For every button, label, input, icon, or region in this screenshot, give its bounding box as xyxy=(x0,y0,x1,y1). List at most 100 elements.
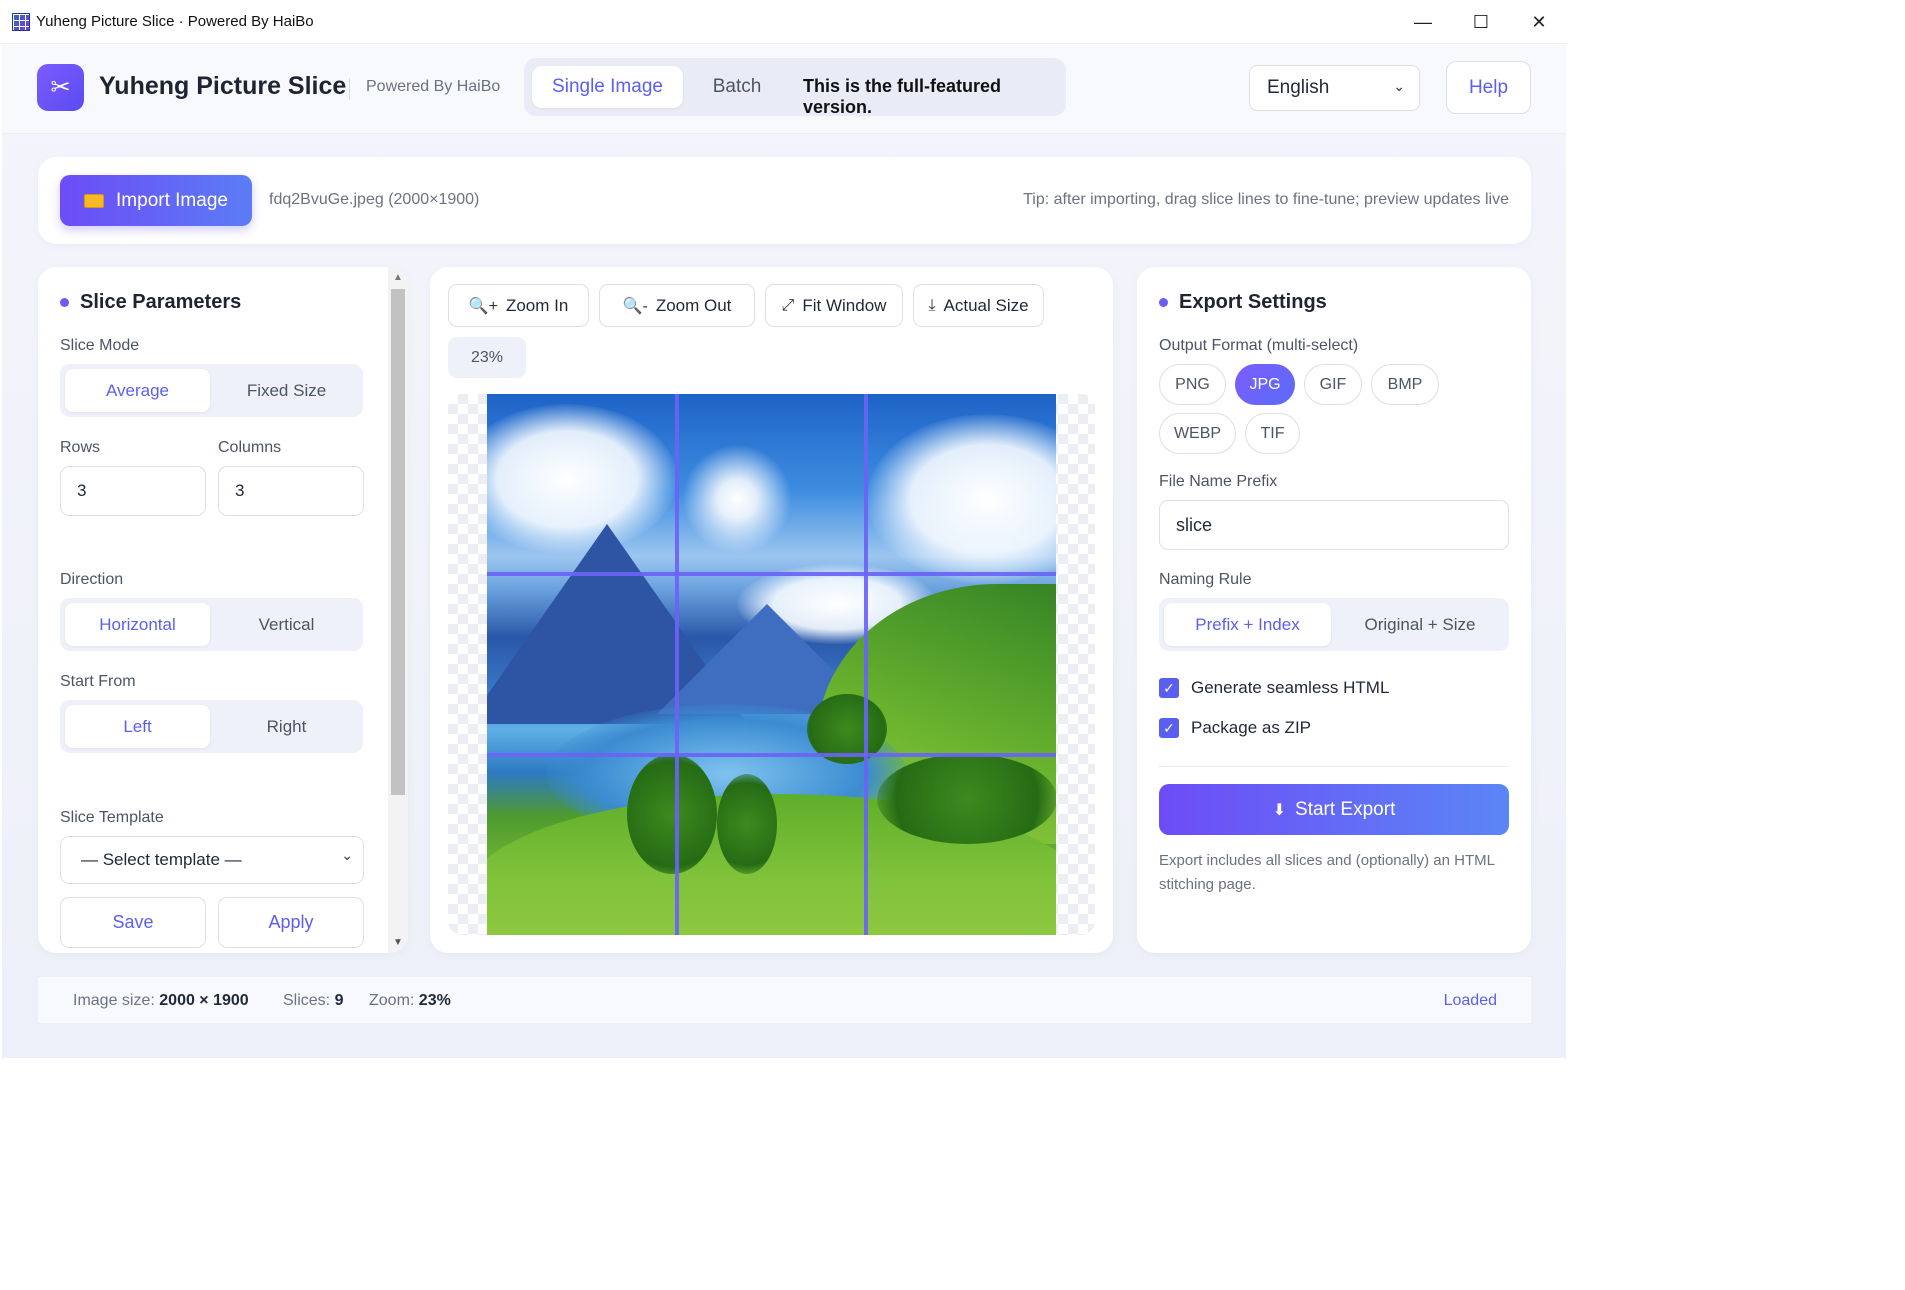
seamless-html-checkbox[interactable]: ✓ Generate seamless HTML xyxy=(1159,678,1389,698)
tab-single-image[interactable]: Single Image xyxy=(532,66,683,108)
window-controls: — ☐ ✕ xyxy=(1394,0,1568,44)
cloud-shape xyxy=(867,414,1056,584)
folder-icon xyxy=(84,193,105,208)
export-divider xyxy=(1159,766,1509,767)
zoom-out-label: Zoom Out xyxy=(655,295,732,315)
zoom-in-icon: 🔍+ xyxy=(468,297,498,315)
scroll-up-arrow-icon[interactable]: ▲ xyxy=(393,272,403,283)
app-root: ✂ Yuheng Picture Slice Powered By HaiBo … xyxy=(2,44,1566,1058)
checkmark-icon: ✓ xyxy=(1159,718,1179,738)
format-chip-gif[interactable]: GIF xyxy=(1304,364,1362,405)
slice-parameters-panel: Slice Parameters Slice Mode Average Fixe… xyxy=(38,267,408,953)
file-prefix-input[interactable]: slice xyxy=(1159,500,1509,550)
zoom-out-icon: 🔍- xyxy=(622,297,648,315)
status-image-size-label: Image size: xyxy=(73,992,155,1009)
import-image-button[interactable]: Import Image xyxy=(60,175,252,226)
scrollbar-thumb[interactable] xyxy=(391,289,405,795)
format-chip-webp[interactable]: WEBP xyxy=(1159,413,1236,454)
scroll-down-arrow-icon[interactable]: ▼ xyxy=(393,937,403,948)
slice-mode-average[interactable]: Average xyxy=(65,369,210,412)
left-panel-scrollbar[interactable]: ▲ ▼ xyxy=(388,267,408,953)
naming-original-size[interactable]: Original + Size xyxy=(1336,603,1504,646)
status-loaded: Loaded xyxy=(1443,992,1497,1009)
direction-toggle: Horizontal Vertical xyxy=(60,598,363,651)
app-window-icon xyxy=(12,12,30,31)
close-button[interactable]: ✕ xyxy=(1510,0,1568,44)
output-format-label: Output Format (multi-select) xyxy=(1159,337,1359,354)
naming-prefix-index[interactable]: Prefix + Index xyxy=(1164,603,1331,646)
app-name: Yuheng Picture Slice xyxy=(99,72,347,100)
slice-mode-fixed-size[interactable]: Fixed Size xyxy=(214,369,359,412)
start-from-label: Start From xyxy=(60,673,136,690)
rows-input[interactable]: 3 xyxy=(60,466,206,516)
maximize-button[interactable]: ☐ xyxy=(1452,0,1510,44)
app-header: ✂ Yuheng Picture Slice Powered By HaiBo … xyxy=(2,44,1566,134)
direction-horizontal[interactable]: Horizontal xyxy=(65,603,210,646)
window-titlebar: Yuheng Picture Slice · Powered By HaiBo … xyxy=(0,0,1568,44)
powered-by: Powered By HaiBo xyxy=(366,78,501,95)
slice-line-vertical[interactable] xyxy=(864,394,868,935)
rows-label: Rows xyxy=(60,439,101,456)
window-title: Yuheng Picture Slice · Powered By HaiBo xyxy=(36,13,314,30)
language-select[interactable]: English ⌄ xyxy=(1249,65,1420,111)
scissors-icon: ✂ xyxy=(37,64,84,111)
direction-vertical[interactable]: Vertical xyxy=(214,603,359,646)
actual-size-button[interactable]: ⤓ Actual Size xyxy=(913,284,1044,327)
minimize-button[interactable]: — xyxy=(1394,0,1452,44)
format-chip-jpg[interactable]: JPG xyxy=(1235,364,1295,405)
header-divider xyxy=(349,78,350,100)
status-image-size-value: 2000 × 1900 xyxy=(159,992,249,1009)
slice-template-value: — Select template — xyxy=(81,850,242,869)
status-zoom-value: 23% xyxy=(418,992,451,1009)
status-zoom-label: Zoom: xyxy=(369,992,415,1009)
export-settings-panel: Export Settings Output Format (multi-sel… xyxy=(1137,267,1531,953)
slice-line-horizontal[interactable] xyxy=(487,753,1056,757)
start-export-button[interactable]: ⬇ Start Export xyxy=(1159,784,1509,835)
zoom-level: 23% xyxy=(448,337,526,378)
preview-panel: 🔍+ Zoom In 🔍- Zoom Out ⤢ Fit Window ⤓ Ac… xyxy=(430,267,1113,953)
preview-image xyxy=(487,394,1056,935)
start-right[interactable]: Right xyxy=(214,705,359,748)
mode-tabs: Single Image Batch This is the full-feat… xyxy=(524,58,1066,117)
file-prefix-label: File Name Prefix xyxy=(1159,473,1278,490)
tab-batch[interactable]: Batch xyxy=(692,66,782,108)
fit-window-button[interactable]: ⤢ Fit Window xyxy=(765,284,903,327)
tree-shape xyxy=(627,754,717,874)
slice-line-horizontal[interactable] xyxy=(487,572,1056,576)
bullet-dot-icon xyxy=(1159,298,1168,307)
download-arrow-icon: ⬇ xyxy=(1272,801,1287,819)
zip-checkbox[interactable]: ✓ Package as ZIP xyxy=(1159,718,1311,738)
import-bar: Import Image fdq2BvuGe.jpeg (2000×1900) … xyxy=(38,157,1531,244)
down-arrow-icon: ⤓ xyxy=(928,296,936,314)
naming-rule-label: Naming Rule xyxy=(1159,571,1252,588)
save-template-button[interactable]: Save xyxy=(60,897,206,948)
naming-rule-toggle: Prefix + Index Original + Size xyxy=(1159,598,1509,651)
slice-line-vertical[interactable] xyxy=(675,394,679,935)
zoom-out-button[interactable]: 🔍- Zoom Out xyxy=(599,284,755,327)
format-chip-tif[interactable]: TIF xyxy=(1245,413,1300,454)
status-slices-value: 9 xyxy=(334,992,344,1009)
slice-template-select[interactable]: — Select template — ⌄ xyxy=(60,836,364,884)
start-left[interactable]: Left xyxy=(65,705,210,748)
direction-label: Direction xyxy=(60,571,124,588)
export-settings-title-text: Export Settings xyxy=(1179,291,1327,313)
preview-canvas[interactable] xyxy=(448,394,1095,935)
start-export-label: Start Export xyxy=(1295,798,1396,820)
status-slices: Slices: 9 xyxy=(283,992,343,1010)
apply-template-button[interactable]: Apply xyxy=(218,897,364,948)
actual-size-label: Actual Size xyxy=(943,295,1029,315)
status-zoom: Zoom: 23% xyxy=(369,992,451,1010)
zoom-in-button[interactable]: 🔍+ Zoom In xyxy=(448,284,589,327)
slice-template-label: Slice Template xyxy=(60,809,164,826)
start-from-toggle: Left Right xyxy=(60,700,363,753)
format-chip-bmp[interactable]: BMP xyxy=(1371,364,1439,405)
tree-shape xyxy=(717,774,777,874)
status-bar: Image size: 2000 × 1900 Slices: 9 Zoom: … xyxy=(38,976,1531,1024)
seamless-html-label: Generate seamless HTML xyxy=(1191,678,1390,697)
slice-parameters-title: Slice Parameters xyxy=(60,291,241,314)
slice-mode-label: Slice Mode xyxy=(60,337,140,354)
columns-input[interactable]: 3 xyxy=(218,466,364,516)
format-chip-png[interactable]: PNG xyxy=(1159,364,1226,405)
help-button[interactable]: Help xyxy=(1446,61,1531,114)
version-note: This is the full-featured version. xyxy=(803,76,1002,117)
